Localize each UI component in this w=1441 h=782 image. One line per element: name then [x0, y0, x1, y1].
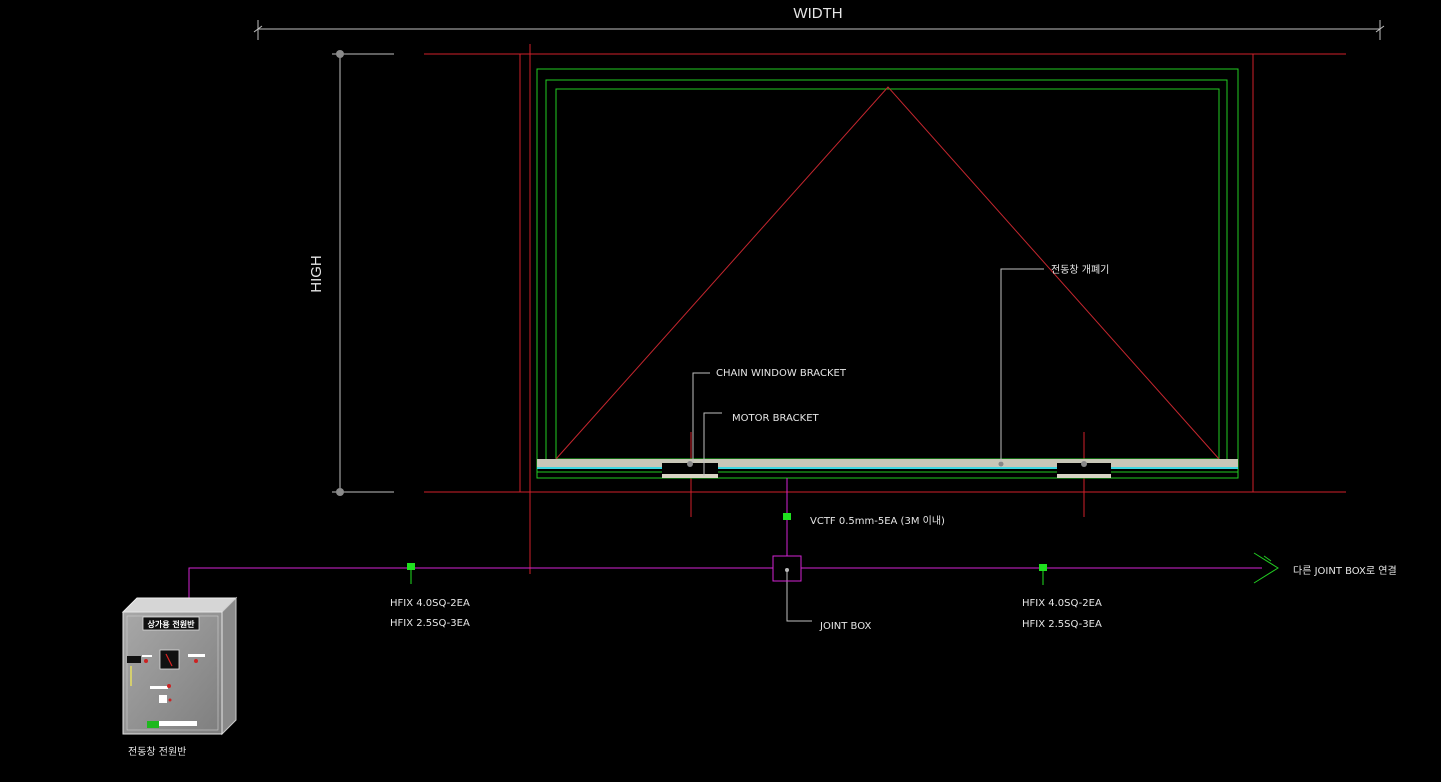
height-label: HIGH — [308, 255, 325, 293]
joint-box-label: JOINT BOX — [819, 621, 871, 632]
chain-window-bracket-label: CHAIN WINDOW BRACKET — [716, 368, 847, 379]
opening-triangle — [555, 86, 1220, 460]
wiring — [188, 478, 1262, 600]
power-panel: 상가용 전원반 — [121, 596, 238, 736]
power-panel-label: 전동창 전원반 — [128, 746, 186, 758]
width-dimension — [253, 20, 1385, 40]
next-joint-box-label: 다른 JOINT BOX로 연결 — [1293, 565, 1397, 577]
cable-right-line2: HFIX 2.5SQ-3EA — [1022, 619, 1102, 630]
bottom-rail — [537, 459, 1238, 478]
cad-drawing: WIDTH HIGH 전동창 개폐기 CHAIN WINDOW BRACKET … — [121, 5, 1397, 758]
actuator-label: 전동창 개폐기 — [1051, 264, 1109, 276]
width-label: WIDTH — [793, 5, 842, 22]
window-frame — [536, 68, 1239, 479]
motor-bracket-label: MOTOR BRACKET — [732, 413, 820, 424]
height-dimension — [332, 50, 394, 496]
cable-right-line1: HFIX 4.0SQ-2EA — [1022, 598, 1102, 609]
panel-nameplate: 상가용 전원반 — [148, 619, 196, 629]
vctf-cable-label: VCTF 0.5mm-5EA (3M 이내) — [810, 515, 945, 527]
cable-left-line2: HFIX 2.5SQ-3EA — [390, 618, 470, 629]
red-guide-lines — [424, 44, 1346, 574]
cable-nodes — [407, 513, 1047, 585]
cable-left-line1: HFIX 4.0SQ-2EA — [390, 598, 470, 609]
